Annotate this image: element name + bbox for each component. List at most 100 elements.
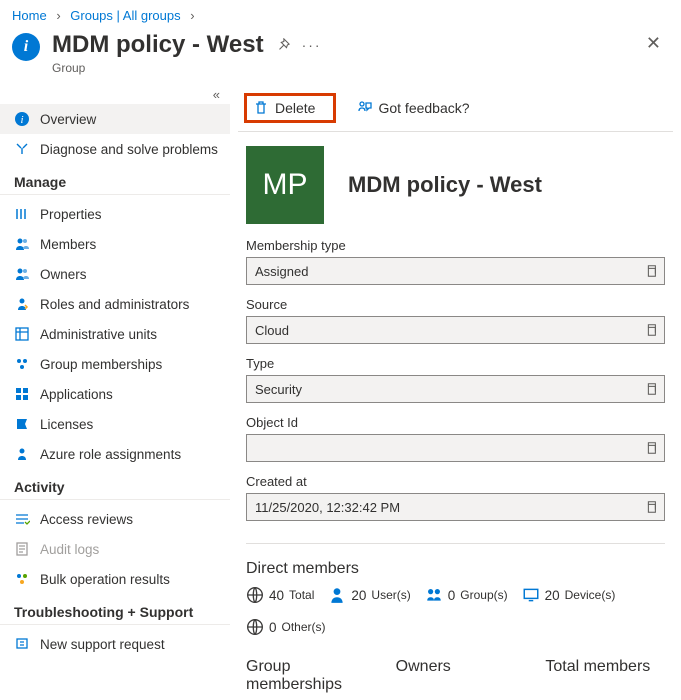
more-icon[interactable]: ··· <box>302 37 322 53</box>
sidebar-item-licenses[interactable]: Licenses <box>0 409 230 439</box>
stat-number: 0 <box>448 588 456 603</box>
group-icon <box>425 586 443 604</box>
breadcrumb-groups[interactable]: Groups | All groups <box>70 8 180 23</box>
bulk-results-icon <box>14 571 30 587</box>
field-value-box: 11/25/2020, 12:32:42 PM <box>246 493 665 521</box>
sidebar-item-admin-units[interactable]: Administrative units <box>0 319 230 349</box>
bottom-stats-row: Group memberships Owners Total members <box>238 642 673 700</box>
admin-units-icon <box>14 326 30 342</box>
sidebar-label: Properties <box>40 207 102 222</box>
field-label: Source <box>246 297 665 312</box>
members-icon <box>14 236 30 252</box>
stat-number: 40 <box>269 588 284 603</box>
field-value-box: Cloud <box>246 316 665 344</box>
sidebar-section-manage: Manage <box>0 164 230 195</box>
sidebar-item-azure-role[interactable]: Azure role assignments <box>0 439 230 469</box>
sidebar-item-applications[interactable]: Applications <box>0 379 230 409</box>
field-label: Created at <box>246 474 665 489</box>
sidebar-item-group-memberships[interactable]: Group memberships <box>0 349 230 379</box>
sidebar-item-members[interactable]: Members <box>0 229 230 259</box>
direct-members-stats: 40 Total 20 User(s) 0 Group(s) 20 Device… <box>238 584 673 642</box>
sidebar-item-diagnose[interactable]: Diagnose and solve problems <box>0 134 230 164</box>
stat-total[interactable]: 40 Total <box>246 586 314 604</box>
stat-label: Other(s) <box>282 620 326 634</box>
sidebar-label: Diagnose and solve problems <box>40 142 218 157</box>
field-label: Membership type <box>246 238 665 253</box>
stat-label: Group(s) <box>460 588 507 602</box>
feedback-label: Got feedback? <box>378 100 469 116</box>
stat-label: Total <box>289 588 314 602</box>
stat-number: 20 <box>545 588 560 603</box>
sidebar-item-audit-logs[interactable]: Audit logs <box>0 534 230 564</box>
stat-others[interactable]: 0 Other(s) <box>246 618 326 636</box>
sidebar-label: Bulk operation results <box>40 572 170 587</box>
stat-groups[interactable]: 0 Group(s) <box>425 586 508 604</box>
overview-icon: i <box>14 111 30 127</box>
breadcrumb-home[interactable]: Home <box>12 8 47 23</box>
breadcrumb: Home › Groups | All groups › <box>0 0 681 27</box>
sidebar-label: Group memberships <box>40 357 162 372</box>
stat-users[interactable]: 20 User(s) <box>328 586 410 604</box>
user-icon <box>328 586 346 604</box>
sidebar-item-access-reviews[interactable]: Access reviews <box>0 504 230 534</box>
copy-icon[interactable] <box>644 500 658 514</box>
stat-label: Device(s) <box>565 588 616 602</box>
support-icon <box>14 636 30 652</box>
sidebar-item-owners[interactable]: Owners <box>0 259 230 289</box>
diagnose-icon <box>14 141 30 157</box>
command-bar: Delete Got feedback? <box>238 87 673 132</box>
sidebar-label: Members <box>40 237 96 252</box>
sidebar-label: Azure role assignments <box>40 447 181 462</box>
divider <box>246 543 665 544</box>
feedback-button[interactable]: Got feedback? <box>356 100 469 116</box>
field-value: Cloud <box>255 323 289 338</box>
globe-icon <box>246 618 264 636</box>
sidebar-label: Applications <box>40 387 113 402</box>
sidebar-item-bulk-results[interactable]: Bulk operation results <box>0 564 230 594</box>
delete-icon <box>253 100 269 116</box>
page-subtitle: Group <box>52 61 264 75</box>
field-label: Object Id <box>246 415 665 430</box>
page-header: i MDM policy - West Group ··· ✕ <box>0 27 681 87</box>
stat-devices[interactable]: 20 Device(s) <box>522 586 616 604</box>
copy-icon[interactable] <box>644 382 658 396</box>
copy-icon[interactable] <box>644 323 658 337</box>
field-type: Type Security <box>238 352 673 411</box>
globe-icon <box>246 586 264 604</box>
chevron-right-icon: › <box>56 8 60 23</box>
info-icon: i <box>12 33 40 61</box>
field-created-at: Created at 11/25/2020, 12:32:42 PM <box>238 470 673 529</box>
copy-icon[interactable] <box>644 264 658 278</box>
sidebar-label: Owners <box>40 267 87 282</box>
sidebar-label: New support request <box>40 637 165 652</box>
sidebar-label: Administrative units <box>40 327 157 342</box>
field-label: Type <box>246 356 665 371</box>
field-value-box: Security <box>246 375 665 403</box>
sidebar-label: Overview <box>40 112 96 127</box>
sidebar-label: Audit logs <box>40 542 99 557</box>
feedback-icon <box>356 100 372 116</box>
direct-members-title: Direct members <box>238 554 673 584</box>
group-memberships-title: Group memberships <box>246 652 366 700</box>
copy-icon[interactable] <box>644 441 658 455</box>
access-reviews-icon <box>14 511 30 527</box>
audit-logs-icon <box>14 541 30 557</box>
sidebar-item-overview[interactable]: i Overview <box>0 104 230 134</box>
close-icon[interactable]: ✕ <box>646 33 661 54</box>
delete-button[interactable]: Delete <box>244 93 336 123</box>
pin-icon[interactable] <box>276 38 290 52</box>
owners-icon <box>14 266 30 282</box>
azure-role-icon <box>14 446 30 462</box>
sidebar-item-support[interactable]: New support request <box>0 629 230 659</box>
sidebar-item-properties[interactable]: Properties <box>0 199 230 229</box>
field-object-id: Object Id <box>238 411 673 470</box>
field-source: Source Cloud <box>238 293 673 352</box>
sidebar-section-activity: Activity <box>0 469 230 500</box>
applications-icon <box>14 386 30 402</box>
delete-label: Delete <box>275 100 315 116</box>
hero-section: MP MDM policy - West <box>238 132 673 234</box>
sidebar-item-roles[interactable]: Roles and administrators <box>0 289 230 319</box>
collapse-sidebar-button[interactable]: « <box>0 87 230 104</box>
roles-icon <box>14 296 30 312</box>
sidebar-label: Access reviews <box>40 512 133 527</box>
